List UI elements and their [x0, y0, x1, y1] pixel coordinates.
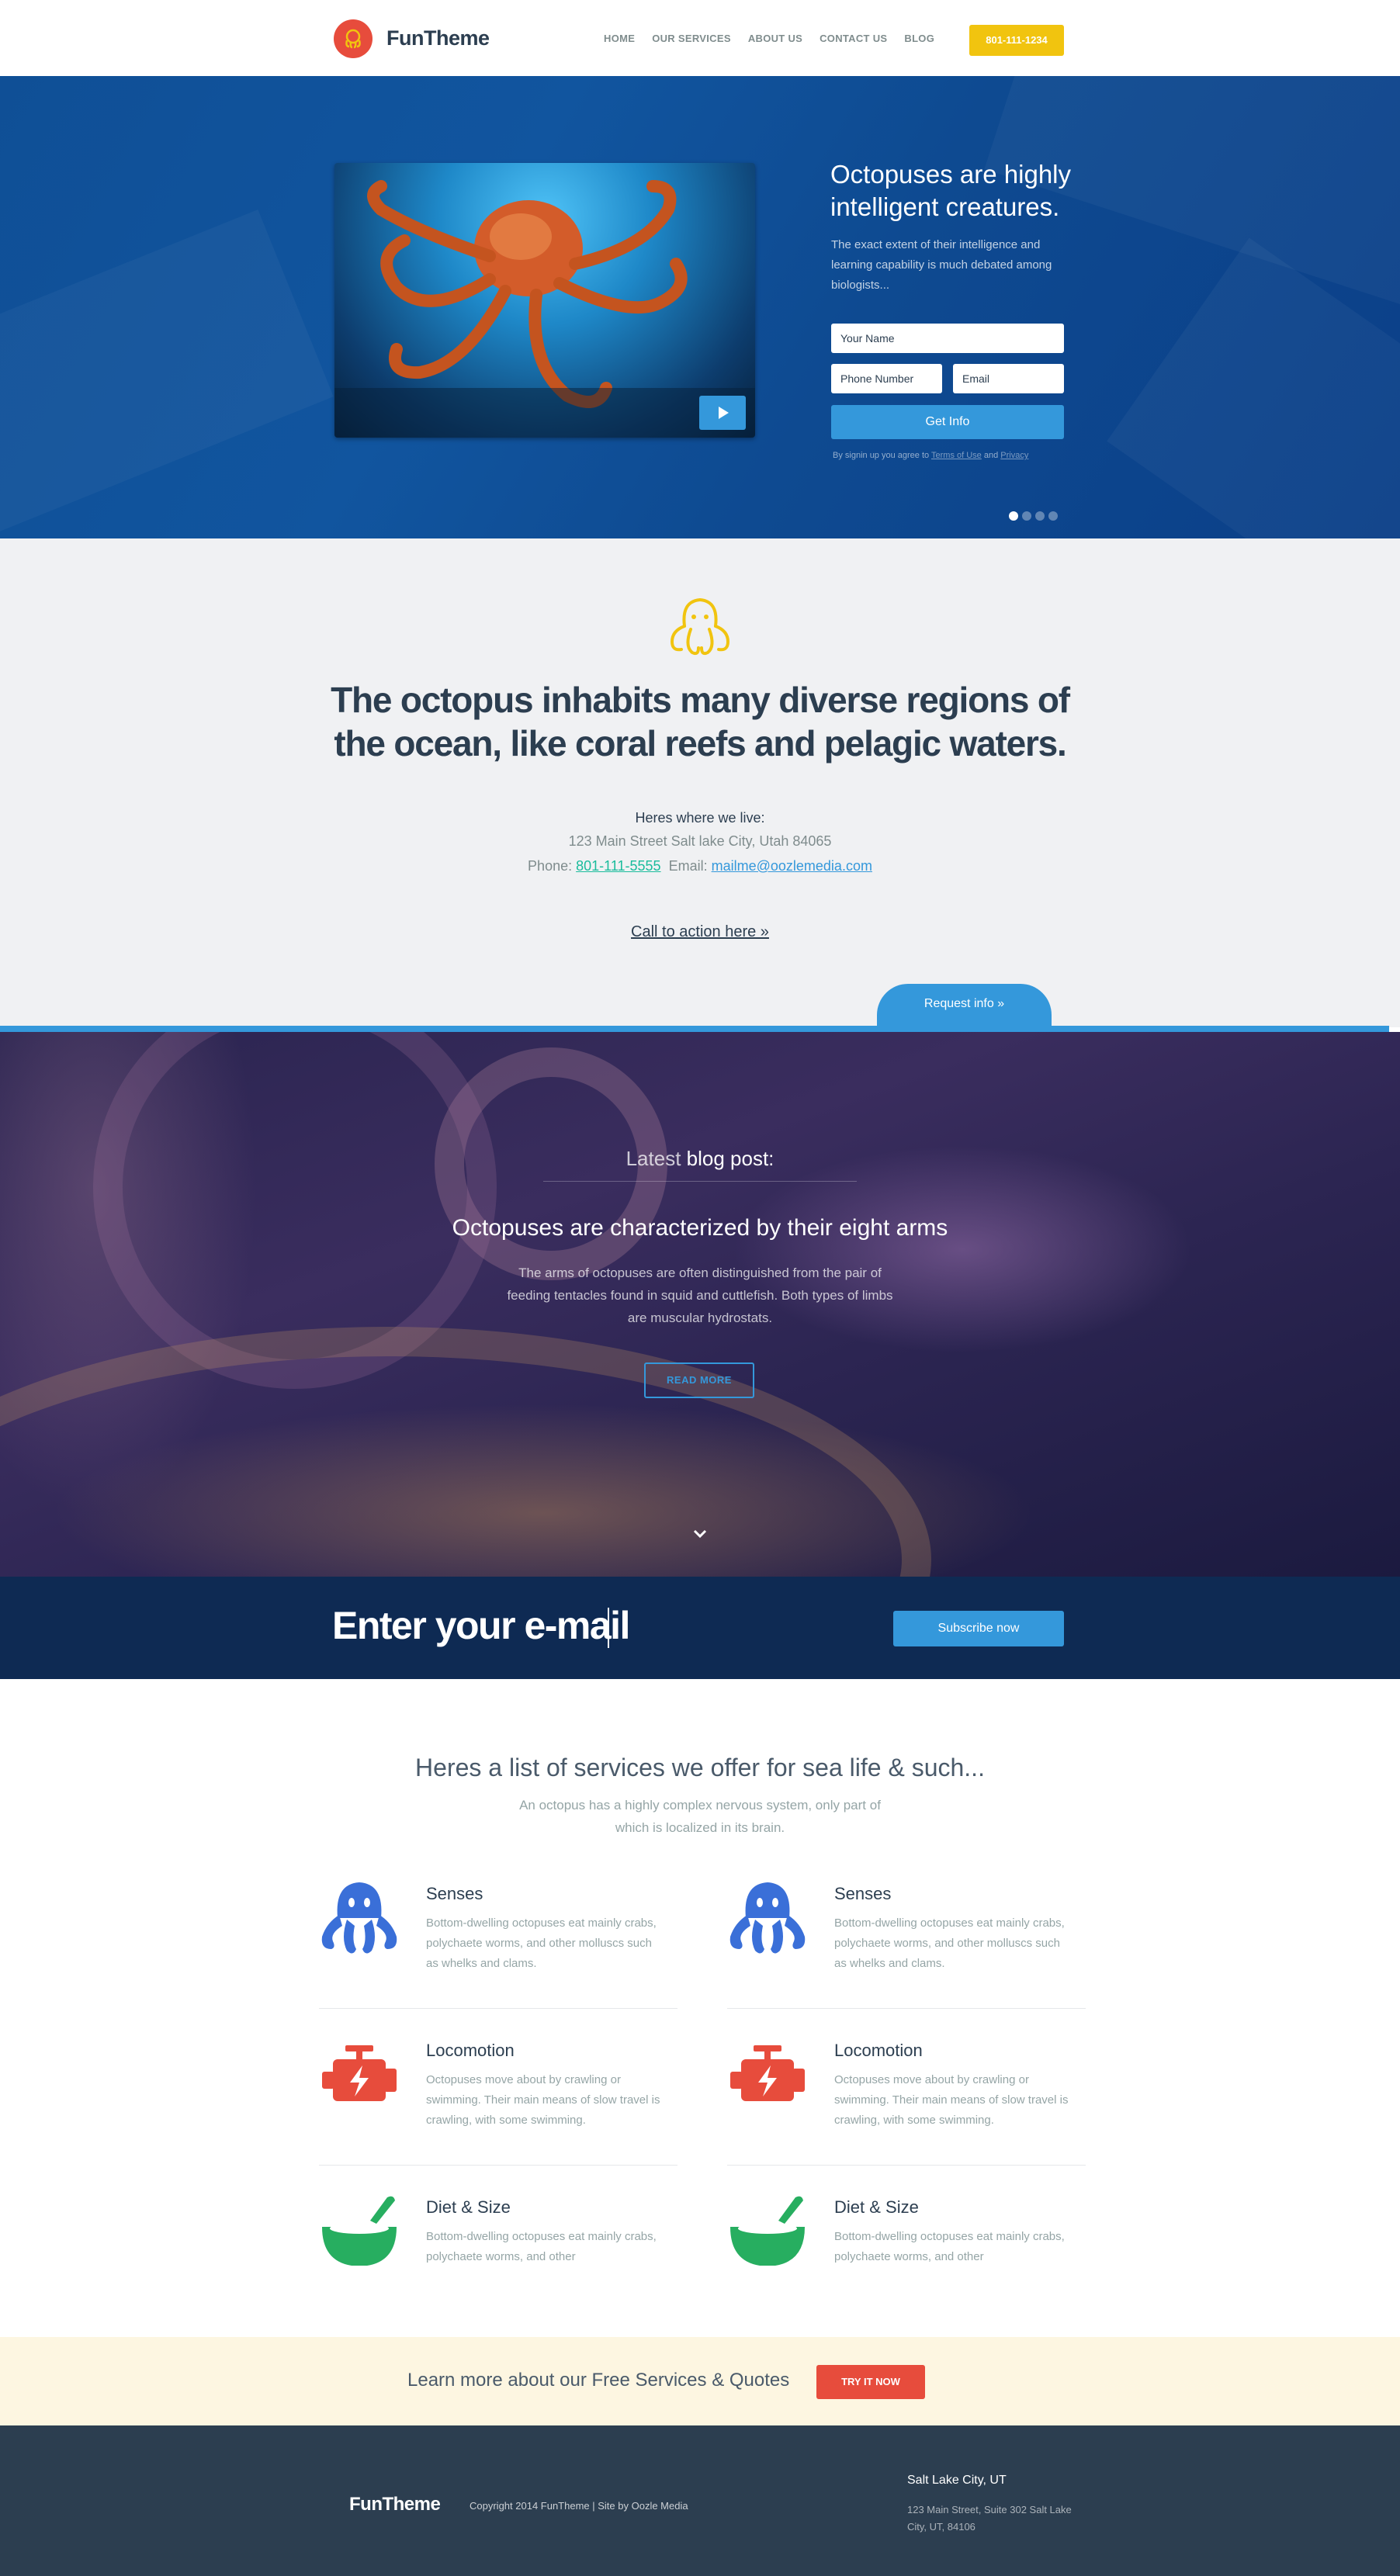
latest-bold: blog post:: [686, 1147, 775, 1170]
email-label: Email:: [668, 858, 708, 874]
service-text: Bottom-dwelling octopuses eat mainly cra…: [834, 2230, 1065, 2263]
hero-section: Octopuses are highly intelligent creatur…: [0, 76, 1400, 538]
phone-button[interactable]: 801-111-1234: [969, 25, 1064, 56]
hero-subtext: The exact extent of their intelligence a…: [831, 238, 1052, 292]
slider-dots: [1009, 511, 1058, 521]
latest-post-label: Latest blog post:: [0, 1147, 1400, 1171]
octopus-outline-icon: [670, 597, 730, 656]
slider-dot-4[interactable]: [1048, 511, 1058, 521]
footer-address: 123 Main Street, Suite 302 Salt Lake Cit…: [907, 2504, 1072, 2533]
service-title: Senses: [426, 1884, 483, 1903]
service-divider: [727, 2165, 1086, 2166]
location-label: Heres where we live:: [635, 810, 765, 826]
service-item: Senses Bottom-dwelling octopuses eat mai…: [727, 1879, 1086, 2019]
engine-icon: [730, 2045, 805, 2101]
menu-item-services[interactable]: OUR SERVICES: [652, 33, 731, 44]
phone-field[interactable]: [831, 364, 942, 393]
blog-post-title[interactable]: Octopuses are characterized by their eig…: [0, 1215, 1400, 1241]
subscribe-section: Enter your e-mail Subscribe now: [0, 1577, 1400, 1679]
service-divider: [727, 2008, 1086, 2009]
logo-octopus-icon[interactable]: [334, 19, 373, 58]
email-field[interactable]: [953, 364, 1064, 393]
service-text: Bottom-dwelling octopuses eat mainly cra…: [834, 1916, 1065, 1970]
services-section: Heres a list of services we offer for se…: [0, 1679, 1400, 2337]
menu-item-blog[interactable]: BLOG: [904, 33, 934, 44]
try-it-now-button[interactable]: TRY IT NOW: [816, 2365, 925, 2399]
email-link[interactable]: mailme@oozlemedia.com: [712, 858, 872, 874]
mortar-pestle-icon: [730, 2196, 805, 2266]
terms-note: By signin up you agree to Terms of Use a…: [833, 451, 1028, 460]
service-divider: [319, 2165, 677, 2166]
background-facet: [0, 209, 334, 538]
octopus-icon: [321, 1882, 397, 1954]
service-title: Diet & Size: [426, 2197, 511, 2217]
hero-heading: Octopuses are highly intelligent creatur…: [830, 160, 1072, 221]
service-title: Locomotion: [834, 2041, 923, 2060]
main-menu: HOME OUR SERVICES ABOUT US CONTACT US BL…: [604, 33, 951, 44]
section-divider-bar: [0, 1026, 1389, 1032]
footer-copyright: Copyright 2014 FunTheme | Site by Oozle …: [470, 2500, 688, 2512]
background-tentacle: [0, 1327, 931, 1577]
street-address: 123 Main Street Salt lake City, Utah 840…: [568, 833, 832, 849]
quote-band: Learn more about our Free Services & Quo…: [0, 2337, 1400, 2425]
subscribe-email-input[interactable]: Enter your e-mail: [332, 1603, 630, 1648]
subscribe-button[interactable]: Subscribe now: [893, 1611, 1064, 1646]
about-heading: The octopus inhabits many diverse region…: [331, 680, 1070, 763]
service-item: Senses Bottom-dwelling octopuses eat mai…: [319, 1879, 677, 2019]
terms-prefix: By signin up you agree to: [833, 451, 930, 460]
contact-line: Phone: 801-111-5555 Email: mailme@oozlem…: [0, 858, 1400, 874]
service-text: Bottom-dwelling octopuses eat mainly cra…: [426, 2230, 657, 2263]
latest-prefix: Latest: [625, 1147, 681, 1170]
request-info-tab[interactable]: Request info »: [877, 984, 1052, 1027]
video-player[interactable]: [334, 163, 755, 438]
privacy-link[interactable]: Privacy: [1000, 451, 1028, 460]
read-more-button[interactable]: READ MORE: [644, 1362, 754, 1398]
footer: FunTheme Copyright 2014 FunTheme | Site …: [0, 2425, 1400, 2576]
terms-and: and: [983, 451, 999, 460]
service-title: Senses: [834, 1884, 892, 1903]
services-intro: An octopus has a highly complex nervous …: [519, 1798, 881, 1835]
octopus-icon: [729, 1882, 806, 1954]
call-to-action-link[interactable]: Call to action here »: [0, 923, 1400, 941]
play-button[interactable]: [699, 396, 746, 430]
footer-city: Salt Lake City, UT: [907, 2474, 1007, 2487]
menu-item-contact[interactable]: CONTACT US: [820, 33, 887, 44]
service-text: Bottom-dwelling octopuses eat mainly cra…: [426, 1916, 657, 1970]
services-heading: Heres a list of services we offer for se…: [415, 1754, 985, 1781]
slider-dot-3[interactable]: [1035, 511, 1045, 521]
engine-icon: [322, 2045, 397, 2101]
phone-label: Phone:: [528, 858, 573, 874]
slider-dot-1[interactable]: [1009, 511, 1018, 521]
phone-link[interactable]: 801-111-5555: [576, 858, 660, 874]
slider-dot-2[interactable]: [1022, 511, 1031, 521]
service-text: Octopuses move about by crawling or swim…: [426, 2073, 660, 2127]
octopus-image: [334, 180, 755, 438]
service-title: Diet & Size: [834, 2197, 919, 2217]
menu-item-home[interactable]: HOME: [604, 33, 635, 44]
service-item: Diet & Size Bottom-dwelling octopuses ea…: [727, 2193, 1086, 2332]
quote-band-text: Learn more about our Free Services & Quo…: [407, 2370, 790, 2391]
blog-divider: [543, 1181, 857, 1182]
footer-brand[interactable]: FunTheme: [349, 2494, 441, 2515]
top-navbar: FunTheme HOME OUR SERVICES ABOUT US CONT…: [0, 0, 1400, 76]
service-item: Diet & Size Bottom-dwelling octopuses ea…: [319, 2193, 677, 2332]
service-divider: [319, 2008, 677, 2009]
chevron-down-icon[interactable]: [692, 1529, 708, 1539]
brand-name[interactable]: FunTheme: [386, 26, 490, 50]
service-item: Locomotion Octopuses move about by crawl…: [319, 2036, 677, 2176]
name-field[interactable]: [831, 324, 1064, 353]
get-info-button[interactable]: Get Info: [831, 405, 1064, 439]
menu-item-about[interactable]: ABOUT US: [748, 33, 802, 44]
terms-of-use-link[interactable]: Terms of Use: [931, 451, 982, 460]
service-item: Locomotion Octopuses move about by crawl…: [727, 2036, 1086, 2176]
blog-section: Latest blog post: Octopuses are characte…: [0, 1032, 1400, 1577]
blog-excerpt: The arms of octopuses are often distingu…: [507, 1265, 893, 1325]
text-caret: [608, 1608, 609, 1648]
service-text: Octopuses move about by crawling or swim…: [834, 2073, 1069, 2127]
mortar-pestle-icon: [322, 2196, 397, 2266]
about-section: The octopus inhabits many diverse region…: [0, 538, 1400, 1032]
service-title: Locomotion: [426, 2041, 515, 2060]
